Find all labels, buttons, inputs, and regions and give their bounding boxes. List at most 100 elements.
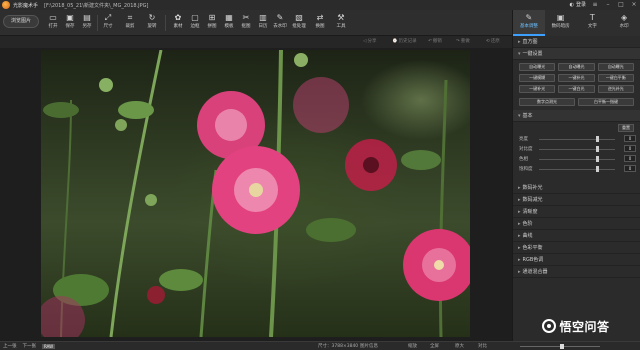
quick-button[interactable]: 自动曝光 <box>519 63 556 71</box>
slider-value[interactable]: 0 <box>624 155 636 162</box>
section-reduce-light[interactable]: ▸ 数码减光 <box>513 194 640 206</box>
quick-button[interactable]: 一键白光 <box>558 85 595 93</box>
slider-knob[interactable] <box>596 146 599 152</box>
section-quick-settings[interactable]: ▾ 一键设置 <box>513 48 640 60</box>
toolbar-crop-button[interactable]: ⌗ 裁剪 <box>122 13 138 30</box>
toolbar-dewatermark-button[interactable]: ✎ 去水印 <box>272 13 288 30</box>
slider-value[interactable]: 0 <box>624 145 636 152</box>
tab-basic-adjust[interactable]: ✎ 基本调整 <box>513 10 545 36</box>
toolbar-material-button[interactable]: ✿ 素材 <box>170 13 186 30</box>
section-rgb-tone[interactable]: ▸ RGB色调 <box>513 254 640 266</box>
slider-track[interactable] <box>539 139 615 140</box>
maximize-icon[interactable]: □ <box>617 1 625 8</box>
quick-button[interactable]: 逆光补光 <box>597 85 634 93</box>
reset-button[interactable]: 重置 <box>618 124 634 132</box>
restore-button[interactable]: ⟲ 还原 <box>486 38 500 45</box>
compare-button[interactable]: 对比 <box>478 343 487 349</box>
section-levels[interactable]: ▸ 色阶 <box>513 218 640 230</box>
photo-hollyhock[interactable] <box>41 50 470 337</box>
toolbar-save-button[interactable]: ▣ 保存 <box>62 13 78 30</box>
section-clarity[interactable]: ▸ 清晰度 <box>513 206 640 218</box>
toolbar-replace-button[interactable]: ⇄ 换图 <box>312 13 328 30</box>
replace-icon: ⇄ <box>316 13 324 22</box>
slider-knob[interactable] <box>596 166 599 172</box>
undo-button[interactable]: ↶ 撤销 <box>428 38 442 45</box>
flower-bud <box>147 286 165 304</box>
tab-darkroom[interactable]: ▣ 数码暗房 <box>545 10 577 36</box>
slider-knob[interactable] <box>596 136 599 142</box>
toolbar-collage-button[interactable]: ⊞ 拼图 <box>204 13 220 30</box>
chevron-down-icon: ▾ <box>518 113 521 119</box>
next-image-button[interactable]: 下一张 <box>20 343 40 349</box>
toolbar-save-as-button[interactable]: ▤ 另存 <box>79 13 95 30</box>
prev-image-button[interactable]: 上一张 <box>0 343 20 349</box>
contrast-slider[interactable]: 对比度 0 <box>513 144 640 154</box>
slider-track[interactable] <box>539 159 615 160</box>
slider-value[interactable]: 0 <box>624 165 636 172</box>
restore-icon: ⟲ <box>486 38 490 44</box>
chevron-right-icon: ▸ <box>518 197 521 203</box>
close-icon[interactable]: × <box>630 1 638 8</box>
tab-text[interactable]: T 文字 <box>577 10 609 36</box>
white-balance-button[interactable]: 白平衡一指键 <box>578 98 634 106</box>
redo-button[interactable]: ↷ 重做 <box>456 38 470 45</box>
section-basic[interactable]: ▾ 基本 <box>513 110 640 122</box>
quick-button[interactable]: 一键模糊 <box>519 74 556 82</box>
quick-button[interactable]: 一键白平衡 <box>597 74 634 82</box>
zoom-slider-knob[interactable] <box>560 344 564 349</box>
browse-images-button[interactable]: 浏览图片 <box>3 15 39 28</box>
quick-button[interactable]: 一键补光 <box>558 74 595 82</box>
section-curves[interactable]: ▸ 曲线 <box>513 230 640 242</box>
saturation-slider[interactable]: 饱和度 0 <box>513 164 640 174</box>
chevron-right-icon: ▸ <box>518 233 521 239</box>
fullscreen-button[interactable]: 全屏 <box>430 343 439 349</box>
original-size-button[interactable]: 原大 <box>455 343 464 349</box>
toolbar-template-button[interactable]: ▦ 模板 <box>221 13 237 30</box>
chevron-right-icon: ▸ <box>518 245 521 251</box>
open-icon: ▭ <box>49 13 57 22</box>
flower-bud <box>99 78 113 92</box>
format-badge: RAW <box>42 343 56 349</box>
material-icon: ✿ <box>174 13 182 22</box>
leaf <box>159 269 203 291</box>
slider-track[interactable] <box>539 149 615 150</box>
section-color-balance[interactable]: ▸ 色彩平衡 <box>513 242 640 254</box>
image-canvas[interactable] <box>0 48 512 341</box>
leaf <box>306 218 356 242</box>
wukong-watermark: 悟空问答 <box>512 316 640 336</box>
brightness-slider[interactable]: 亮度 0 <box>513 134 640 144</box>
hue-slider[interactable]: 色相 0 <box>513 154 640 164</box>
toolbar-border-button[interactable]: ▢ 边框 <box>187 13 203 30</box>
slider-track[interactable] <box>539 169 615 170</box>
slider-knob[interactable] <box>596 156 599 162</box>
section-fill-light[interactable]: ▸ 数码补光 <box>513 182 640 194</box>
slider-value[interactable]: 0 <box>624 135 636 142</box>
history-button[interactable]: ⌚ 历史记录 <box>392 38 417 45</box>
login-button[interactable]: ◐ 登录 <box>569 1 586 9</box>
zoom-button[interactable]: 缩放 <box>408 343 417 349</box>
redo-icon: ↷ <box>456 38 460 44</box>
darkroom-icon: ▣ <box>556 13 565 22</box>
section-channel-mixer[interactable]: ▸ 通道混合器 <box>513 266 640 278</box>
quick-button[interactable]: 一键补光 <box>519 85 556 93</box>
toolbar-open-button[interactable]: ▭ 打开 <box>45 13 61 30</box>
toolbar-tools-button[interactable]: ⚒ 工具 <box>333 13 349 30</box>
menu-icon[interactable]: ≡ <box>591 1 599 8</box>
share-button[interactable]: ◁ 分享 <box>363 38 376 45</box>
toolbar-size-button[interactable]: ⤢ 尺寸 <box>100 13 116 30</box>
minimize-icon[interactable]: – <box>604 1 612 8</box>
toolbar-rotate-button[interactable]: ↻ 旋转 <box>144 13 160 30</box>
toolbar-calendar-button[interactable]: ▥ 日历 <box>255 13 271 30</box>
quick-button[interactable]: 自动曝光 <box>558 63 595 71</box>
user-icon: ◐ <box>569 1 574 8</box>
spot-metering-button[interactable]: 数字点测光 <box>519 98 575 106</box>
toolbar-cutout-button[interactable]: ✂ 抠图 <box>238 13 254 30</box>
toolbar-batch-button[interactable]: ▧ 批处理 <box>291 13 307 30</box>
section-histogram[interactable]: ▸ 直方图 <box>513 36 640 48</box>
reset-row: 重置 <box>513 122 640 134</box>
toolbar-divider <box>165 15 166 31</box>
image-info-button[interactable]: 图片信息 <box>360 343 378 349</box>
tab-watermark[interactable]: ◈ 水印 <box>608 10 640 36</box>
adjust-icon: ✎ <box>525 13 533 22</box>
quick-button[interactable]: 自动曝光 <box>597 63 634 71</box>
